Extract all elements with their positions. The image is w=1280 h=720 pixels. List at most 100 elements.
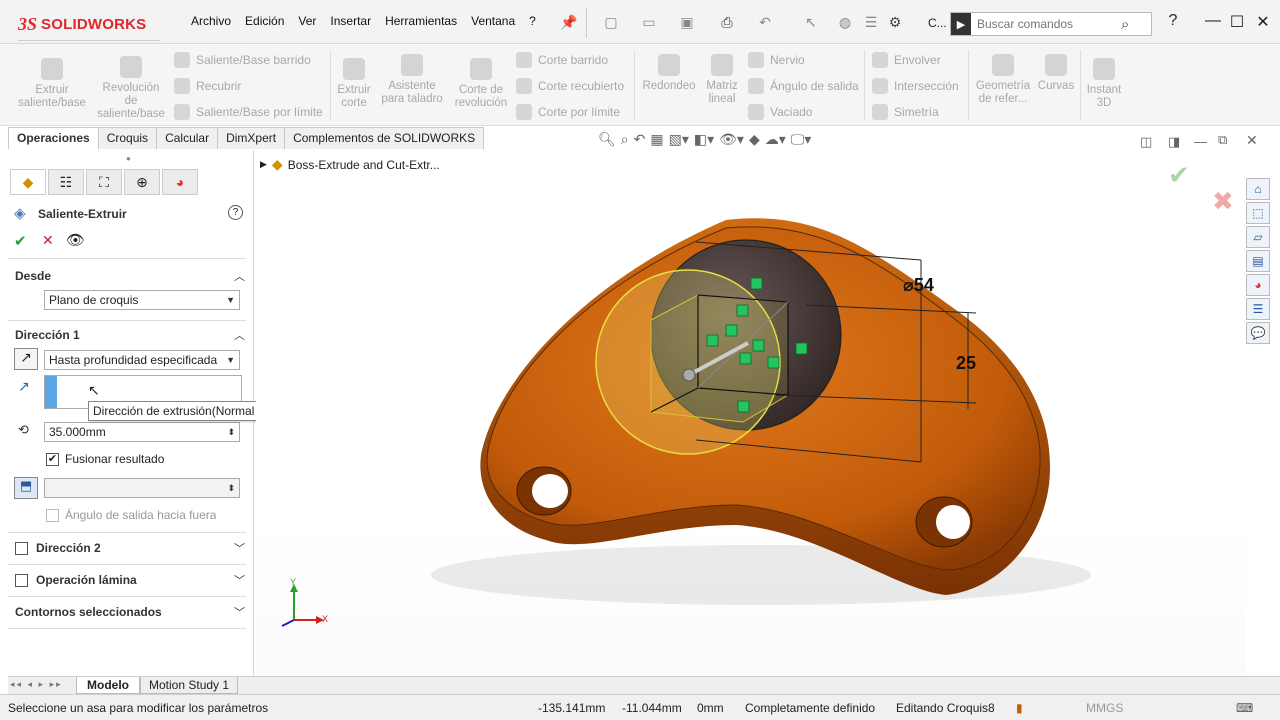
menu-help[interactable]: ?: [522, 14, 543, 28]
preview-eye-icon[interactable]: 👁: [66, 231, 85, 249]
appearances-icon[interactable]: ◕: [1246, 274, 1270, 296]
edit-appearance-icon[interactable]: ◆: [749, 131, 760, 148]
recubrir-button[interactable]: Recubrir: [174, 78, 241, 94]
options-gear-icon[interactable]: ⚙: [886, 14, 904, 32]
corte-limite-button[interactable]: Corte por límite: [516, 104, 620, 120]
reverse-direction-icon[interactable]: ↗: [14, 348, 38, 370]
direccion2-section[interactable]: Dirección 2: [15, 541, 101, 555]
revolucion-button[interactable]: Revolución de saliente/base: [96, 56, 166, 121]
envolver-button[interactable]: Envolver: [872, 52, 941, 68]
corte-recubierto-button[interactable]: Corte recubierto: [516, 78, 624, 94]
tab-modelo[interactable]: Modelo: [76, 677, 140, 694]
saliente-limite-button[interactable]: Saliente/Base por límite: [174, 104, 323, 120]
contornos-section[interactable]: Contornos seleccionados: [15, 605, 162, 619]
expand-chevron-icon[interactable]: ﹀: [234, 540, 245, 556]
asistente-taladro-button[interactable]: Asistente para taladro: [378, 54, 446, 106]
model-viewport[interactable]: [256, 150, 1246, 677]
design-library-icon[interactable]: ▱: [1246, 226, 1270, 248]
desde-heading[interactable]: Desde: [15, 269, 51, 283]
tab-dimxpert[interactable]: DimXpert: [217, 127, 286, 149]
angulo-salida-checkbox[interactable]: Ángulo de salida hacia fuera: [46, 508, 216, 522]
menu-ventana[interactable]: Ventana: [464, 14, 522, 28]
desde-select[interactable]: Plano de croquis ▼: [44, 290, 240, 310]
search-input[interactable]: [971, 17, 1121, 31]
hide-show-icon[interactable]: 👁▾: [719, 131, 744, 148]
diameter-dimension[interactable]: ⌀54: [903, 275, 934, 296]
extruir-corte-button[interactable]: Extruir corte: [332, 58, 376, 110]
tag-icon[interactable]: ⌨: [1236, 701, 1253, 715]
tab-complementos[interactable]: Complementos de SOLIDWORKS: [284, 127, 485, 149]
view-settings-icon[interactable]: 🖵▾: [791, 131, 812, 148]
command-search[interactable]: ▶ ⌕: [950, 12, 1152, 36]
help-icon[interactable]: ?: [228, 205, 243, 220]
minimize-button[interactable]: —: [1200, 12, 1226, 36]
extruir-button[interactable]: Extruir saliente/base: [14, 58, 90, 110]
truncated-label[interactable]: C...: [928, 16, 947, 30]
display-manager-tab-icon[interactable]: ◕: [162, 169, 198, 195]
expand-chevron-icon[interactable]: ﹀: [234, 572, 245, 588]
select-icon[interactable]: ↖: [802, 14, 820, 32]
menu-insertar[interactable]: Insertar: [323, 14, 378, 28]
previous-view-icon[interactable]: ↶: [634, 131, 646, 148]
geometria-referencia-button[interactable]: Geometría de refer...: [972, 54, 1034, 106]
instant3d-button[interactable]: Instant 3D: [1082, 58, 1126, 110]
configurationmanager-tab-icon[interactable]: ⛶: [86, 169, 122, 195]
nervio-button[interactable]: Nervio: [748, 52, 805, 68]
window-tile-icon[interactable]: ◨: [1168, 134, 1180, 150]
redondeo-button[interactable]: Redondeo: [638, 54, 700, 93]
home-icon[interactable]: ⌂: [1246, 178, 1270, 200]
corte-barrido-button[interactable]: Corte barrido: [516, 52, 608, 68]
zoom-to-fit-icon[interactable]: 🔍︎: [598, 131, 616, 148]
rebuild-icon[interactable]: ◍: [836, 14, 854, 32]
print-icon[interactable]: ⎙: [718, 14, 736, 32]
expand-chevron-icon[interactable]: ﹀: [234, 604, 245, 620]
new-document-icon[interactable]: ▢: [602, 14, 620, 32]
window-restore-icon[interactable]: ◫: [1140, 134, 1152, 150]
units-selector[interactable]: MMGS: [1086, 701, 1123, 715]
forum-icon[interactable]: 💬: [1246, 322, 1270, 344]
direccion1-heading[interactable]: Dirección 1: [15, 328, 80, 342]
file-explorer-icon[interactable]: ▤: [1246, 250, 1270, 272]
open-icon[interactable]: ▭: [640, 14, 658, 32]
tab-croquis[interactable]: Croquis: [97, 127, 158, 149]
undo-icon[interactable]: ↶: [756, 14, 774, 32]
maximize-button[interactable]: ☐: [1224, 12, 1250, 36]
curvas-button[interactable]: Curvas: [1036, 54, 1076, 93]
search-icon[interactable]: ⌕: [1121, 16, 1129, 33]
zoom-area-icon[interactable]: ⌕: [621, 131, 629, 148]
featuremanager-tab-icon[interactable]: ◆: [10, 169, 46, 195]
collapse-chevron-icon[interactable]: ︿: [234, 327, 245, 343]
doc-minimize-button[interactable]: —: [1194, 134, 1207, 149]
menu-herramientas[interactable]: Herramientas: [378, 14, 464, 28]
tab-scroll-arrows-icon[interactable]: ◂◂ ◂ ▸ ▸▸: [10, 679, 63, 690]
file-properties-icon[interactable]: ☰: [862, 14, 880, 32]
tab-motion-study[interactable]: Motion Study 1: [140, 677, 239, 694]
tab-operaciones[interactable]: Operaciones: [8, 127, 99, 149]
dimxpert-tab-icon[interactable]: ⊕: [124, 169, 160, 195]
custom-properties-icon[interactable]: ☰: [1246, 298, 1270, 320]
angulo-salida-button[interactable]: Ángulo de salida: [748, 78, 859, 94]
doc-close-button[interactable]: ✕: [1246, 132, 1258, 149]
ok-check-icon[interactable]: ✔: [14, 232, 27, 250]
scenes-icon[interactable]: ☁▾: [765, 131, 786, 148]
menu-edicion[interactable]: Edición: [238, 14, 291, 28]
view-orientation-icon[interactable]: ▧▾: [669, 131, 689, 148]
help-icon[interactable]: ?: [1160, 12, 1186, 36]
height-dimension[interactable]: 25: [956, 353, 976, 374]
section-view-icon[interactable]: ▦: [650, 131, 663, 148]
interseccion-button[interactable]: Intersección: [872, 78, 959, 94]
simetria-button[interactable]: Simetría: [872, 104, 939, 120]
tab-calcular[interactable]: Calcular: [156, 127, 219, 149]
fusionar-checkbox[interactable]: ✔ Fusionar resultado: [46, 452, 164, 466]
feature-scope-icon[interactable]: ⬒: [14, 477, 38, 499]
display-style-icon[interactable]: ◧▾: [694, 131, 714, 148]
operacion-lamina-section[interactable]: Operación lámina: [15, 573, 137, 587]
close-button[interactable]: ✕: [1250, 12, 1276, 36]
save-icon[interactable]: ▣: [678, 14, 696, 32]
pin-icon[interactable]: 📌: [560, 14, 578, 32]
menu-ver[interactable]: Ver: [291, 14, 323, 28]
doc-maximize-button[interactable]: ⧉: [1218, 132, 1227, 148]
end-condition-select[interactable]: Hasta profundidad especificada ▼: [44, 350, 240, 370]
rebuild-status-icon[interactable]: ▮: [1016, 701, 1023, 715]
matriz-lineal-button[interactable]: Matriz lineal: [702, 54, 742, 106]
